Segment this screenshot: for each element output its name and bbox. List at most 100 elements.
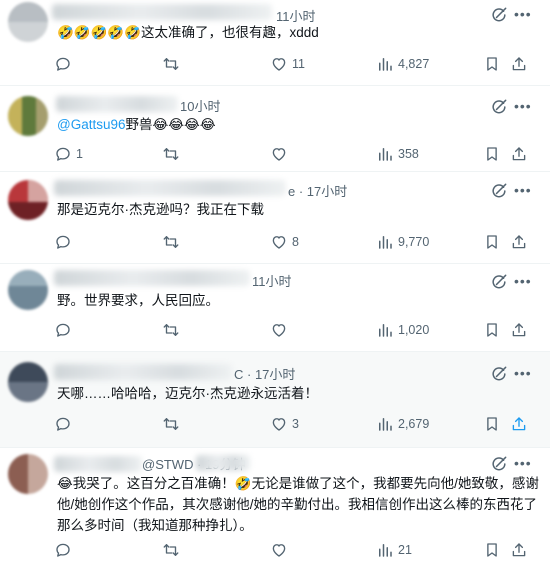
- reply-button[interactable]: [54, 414, 76, 434]
- share-button[interactable]: [510, 320, 528, 340]
- like-icon: [270, 145, 288, 163]
- bookmark-button[interactable]: [483, 320, 501, 340]
- grok-icon[interactable]: [489, 181, 509, 201]
- reply-card[interactable]: C · 17小时 ••• 天哪……哈哈哈，迈克尔·杰克逊永远活着！ 3 2,67…: [0, 352, 550, 448]
- bookmark-button[interactable]: [483, 232, 501, 252]
- views-button[interactable]: 21: [376, 540, 412, 560]
- bookmark-button[interactable]: [483, 540, 501, 560]
- share-icon: [510, 415, 528, 433]
- bookmark-button[interactable]: [483, 414, 501, 434]
- timestamp[interactable]: C · 17小时: [234, 364, 295, 383]
- reply-button[interactable]: [54, 540, 76, 560]
- share-icon: [510, 321, 528, 339]
- author-name-blurred[interactable]: [54, 456, 142, 472]
- bookmark-icon: [483, 321, 501, 339]
- grok-icon[interactable]: [489, 454, 509, 474]
- reply-text: 😂我哭了。这百分之百准确！🤣无论是谁做了这个，我都要先向他/她致敬，感谢他/她创…: [57, 476, 539, 533]
- reply-button[interactable]: [54, 320, 76, 340]
- avatar[interactable]: [8, 362, 48, 402]
- avatar[interactable]: [8, 180, 48, 220]
- reply-icon: [54, 55, 72, 73]
- views-button[interactable]: 358: [376, 144, 419, 164]
- timestamp[interactable]: e · 17小时: [288, 181, 347, 200]
- like-button[interactable]: 11: [270, 54, 305, 74]
- share-icon: [510, 55, 528, 73]
- like-button[interactable]: [270, 320, 292, 340]
- avatar[interactable]: [8, 2, 48, 42]
- retweet-button[interactable]: [162, 144, 180, 164]
- like-button[interactable]: [270, 540, 292, 560]
- views-icon: [376, 415, 394, 433]
- like-icon: [270, 321, 288, 339]
- avatar[interactable]: [8, 454, 48, 494]
- more-icon[interactable]: •••: [514, 98, 532, 114]
- reply-icon: [54, 233, 72, 251]
- action-bar: 1 358: [54, 144, 544, 164]
- like-icon: [270, 415, 288, 433]
- reply-card[interactable]: @STWD · 19分钟 ••• 😂我哭了。这百分之百准确！🤣无论是谁做了这个，…: [0, 448, 550, 573]
- like-icon: [270, 55, 288, 73]
- reply-button[interactable]: [54, 54, 76, 74]
- like-button[interactable]: [270, 144, 292, 164]
- retweet-icon: [162, 415, 180, 433]
- retweet-button[interactable]: [162, 54, 180, 74]
- share-button[interactable]: [510, 54, 528, 74]
- share-button[interactable]: [510, 414, 528, 434]
- retweet-button[interactable]: [162, 320, 180, 340]
- views-button[interactable]: 4,827: [376, 54, 429, 74]
- author-name-blurred[interactable]: [56, 96, 178, 112]
- reply-icon: [54, 145, 72, 163]
- retweet-icon: [162, 233, 180, 251]
- views-button[interactable]: 1,020: [376, 320, 429, 340]
- more-icon[interactable]: •••: [514, 273, 532, 289]
- bookmark-icon: [483, 233, 501, 251]
- bookmark-icon: [483, 415, 501, 433]
- retweet-button[interactable]: [162, 540, 180, 560]
- author-name-blurred[interactable]: [54, 270, 250, 286]
- views-button[interactable]: 2,679: [376, 414, 429, 434]
- reply-text: 🤣🤣🤣🤣🤣这太准确了，也很有趣，xddd: [57, 25, 319, 40]
- more-icon[interactable]: •••: [514, 6, 532, 22]
- retweet-button[interactable]: [162, 414, 180, 434]
- retweet-icon: [162, 321, 180, 339]
- grok-icon[interactable]: [489, 364, 509, 384]
- reply-card[interactable]: 11小时 ••• 🤣🤣🤣🤣🤣这太准确了，也很有趣，xddd 11 4,827: [0, 0, 550, 86]
- views-icon: [376, 55, 394, 73]
- retweet-button[interactable]: [162, 232, 180, 252]
- bookmark-icon: [483, 541, 501, 559]
- reply-card[interactable]: e · 17小时 ••• 那是迈克尔·杰克逊吗？我正在下载 8 9,770: [0, 172, 550, 264]
- bookmark-button[interactable]: [483, 54, 501, 74]
- more-icon[interactable]: •••: [514, 365, 532, 381]
- timestamp[interactable]: 10小时: [180, 96, 220, 115]
- share-button[interactable]: [510, 144, 528, 164]
- author-name-blurred[interactable]: [54, 364, 232, 380]
- reply-icon: [54, 415, 72, 433]
- action-bar: 11 4,827: [54, 54, 544, 74]
- action-bar: 1,020: [54, 320, 544, 340]
- more-icon[interactable]: •••: [514, 455, 532, 471]
- retweet-icon: [162, 541, 180, 559]
- share-button[interactable]: [510, 540, 528, 560]
- like-button[interactable]: 3: [270, 414, 299, 434]
- grok-icon[interactable]: [489, 272, 509, 292]
- reply-card[interactable]: 11小时 ••• 野。世界要求，人民回应。 1,020: [0, 264, 550, 352]
- views-button[interactable]: 9,770: [376, 232, 429, 252]
- like-button[interactable]: 8: [270, 232, 299, 252]
- reply-card[interactable]: 10小时 ••• @Gattsu96野兽😂😂😂😂 1 358: [0, 86, 550, 172]
- share-button[interactable]: [510, 232, 528, 252]
- more-icon[interactable]: •••: [514, 182, 532, 198]
- mention-link[interactable]: @Gattsu96: [57, 117, 126, 132]
- author-name-blurred[interactable]: [54, 180, 286, 196]
- action-bar: 21: [54, 540, 544, 560]
- action-bar: 3 2,679: [54, 414, 544, 434]
- reply-button[interactable]: [54, 232, 76, 252]
- handle-blurred[interactable]: [196, 455, 250, 471]
- views-icon: [376, 541, 394, 559]
- bookmark-button[interactable]: [483, 144, 501, 164]
- reply-button[interactable]: 1: [54, 144, 83, 164]
- author-name-blurred[interactable]: [52, 4, 272, 20]
- timestamp[interactable]: 11小时: [252, 271, 292, 290]
- avatar[interactable]: [8, 96, 48, 136]
- share-icon: [510, 541, 528, 559]
- avatar[interactable]: [8, 270, 48, 310]
